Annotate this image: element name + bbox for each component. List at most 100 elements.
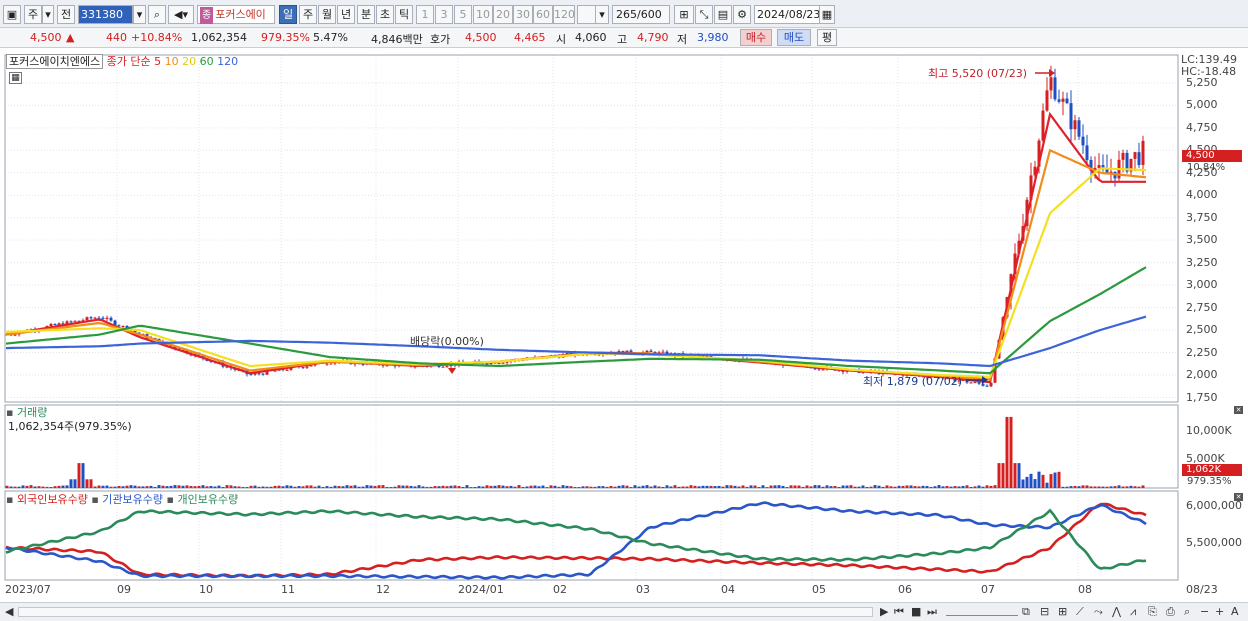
volume-bar xyxy=(501,485,505,488)
volume-bar xyxy=(685,486,689,488)
volume-bar xyxy=(221,487,225,488)
draw-tool-icon[interactable]: ⤡ xyxy=(695,5,713,24)
layout-icon[interactable]: ▣ xyxy=(3,5,21,24)
ma-line-10 xyxy=(5,148,1147,381)
volume-bar xyxy=(73,479,77,488)
interval-30[interactable]: 30 xyxy=(513,5,533,24)
volume-bar xyxy=(597,486,601,488)
candle-body xyxy=(1137,152,1141,165)
volume-bar xyxy=(121,486,125,488)
pattern-tool-icon[interactable]: ⩘ xyxy=(1130,605,1136,619)
split-view-icon[interactable]: ⊟ xyxy=(1040,605,1049,618)
interval-60[interactable]: 60 xyxy=(533,5,553,24)
image-save-icon[interactable]: ⎘ xyxy=(1148,605,1157,619)
period-second[interactable]: 초 xyxy=(376,5,394,24)
zoom-in-icon[interactable]: + xyxy=(1215,605,1224,618)
period-minute[interactable]: 분 xyxy=(357,5,375,24)
period-tick[interactable]: 틱 xyxy=(395,5,413,24)
volume-bar xyxy=(497,485,501,488)
volume-bar xyxy=(869,486,873,488)
line-tool-icon[interactable]: ⟋ xyxy=(1076,605,1084,619)
chart-type-icon[interactable]: ⊞ xyxy=(674,5,694,24)
volume-bar xyxy=(237,486,241,488)
volume-bar xyxy=(209,485,213,488)
buy-button[interactable]: 매수 xyxy=(740,29,772,46)
zoom-search-icon[interactable]: ⌕ xyxy=(1184,605,1190,619)
volume-bar xyxy=(321,486,325,488)
interval-3[interactable]: 3 xyxy=(435,5,453,24)
volume-bar xyxy=(833,486,837,488)
volume-bar xyxy=(617,485,621,488)
period-week[interactable]: 주 xyxy=(299,5,317,24)
holding-legend: ▪ 외국인보유수량 ▪ 기관보유수량 ▪ 개인보유수량 xyxy=(6,493,239,506)
candle-body xyxy=(1141,140,1145,165)
custom-interval-dropdown-icon[interactable]: ▾ xyxy=(595,5,609,24)
volume-bar xyxy=(913,486,917,488)
count-input[interactable]: 265/600 xyxy=(612,5,670,24)
volume-bar xyxy=(481,486,485,488)
scroll-left-icon[interactable]: ◀ xyxy=(5,605,13,618)
volume-close-icon[interactable]: ✕ xyxy=(1234,406,1243,414)
date-input[interactable]: 2024/08/23 xyxy=(754,5,820,24)
font-size-icon[interactable]: A xyxy=(1231,605,1239,618)
chart-canvas[interactable] xyxy=(0,50,1248,603)
candle-body xyxy=(1049,77,1053,91)
save-icon[interactable]: ▤ xyxy=(714,5,732,24)
volume-bar xyxy=(749,485,753,488)
trend-tool-icon[interactable]: ⤳ xyxy=(1094,605,1103,619)
gear-icon[interactable]: ⚙ xyxy=(733,5,751,24)
interval-5[interactable]: 5 xyxy=(454,5,472,24)
period-day[interactable]: 일 xyxy=(279,5,297,24)
period-month[interactable]: 월 xyxy=(318,5,336,24)
market-select[interactable]: 주 xyxy=(24,5,42,24)
search-icon[interactable]: ⌕ xyxy=(148,5,166,24)
volume-bar xyxy=(165,486,169,488)
compare-icon[interactable]: ⊞ xyxy=(1058,605,1067,618)
volume-bar xyxy=(345,485,349,488)
interval-20[interactable]: 20 xyxy=(493,5,513,24)
scroll-right-icon[interactable]: ▶ xyxy=(880,605,888,618)
volume-bar xyxy=(889,486,893,488)
interval-10[interactable]: 10 xyxy=(473,5,493,24)
zoom-slider[interactable] xyxy=(946,608,1018,616)
stock-name: 포커스에이 xyxy=(215,8,266,21)
data-table-icon[interactable]: ▦ xyxy=(9,72,22,84)
interval-120[interactable]: 120 xyxy=(553,5,575,24)
volume-bar xyxy=(677,486,681,488)
stock-code-input[interactable]: 331380 xyxy=(78,5,133,24)
print-icon[interactable]: ⎙ xyxy=(1166,605,1175,619)
sound-icon[interactable]: ◀▾ xyxy=(168,5,194,24)
sell-button[interactable]: 매도 xyxy=(777,29,811,46)
chart-layout-icon[interactable]: ⧉ xyxy=(1022,605,1030,619)
scroll-track[interactable] xyxy=(18,607,873,617)
up-arrow-icon: ▲ xyxy=(66,31,75,44)
fib-tool-icon[interactable]: ⋀ xyxy=(1112,605,1121,618)
interval-1[interactable]: 1 xyxy=(416,5,434,24)
volume-bar xyxy=(93,486,97,488)
market-dropdown-icon[interactable]: ▾ xyxy=(42,5,54,24)
volume-bar xyxy=(341,486,345,488)
volume-bar xyxy=(385,487,389,488)
volume-bar xyxy=(1121,486,1125,488)
avg-button[interactable]: 평 xyxy=(817,29,837,46)
period-year[interactable]: 년 xyxy=(337,5,355,24)
first-page-icon[interactable]: ⏮ xyxy=(894,605,904,619)
zoom-out-icon[interactable]: − xyxy=(1200,605,1209,618)
last-page-icon[interactable]: ⏭ xyxy=(927,605,937,619)
stop-icon[interactable]: ■ xyxy=(911,605,921,618)
volume-bar xyxy=(669,486,673,488)
main-legend: 포커스에이치엔에스 종가 단순 5 10 20 60 120 xyxy=(6,53,238,69)
volume-bar xyxy=(897,485,901,488)
volume-bar xyxy=(505,486,509,488)
chart-area[interactable]: 포커스에이치엔에스 종가 단순 5 10 20 60 120 ▦ 5,250 5,… xyxy=(0,50,1248,603)
stock-name-box[interactable]: 종 포커스에이 xyxy=(197,5,275,24)
calendar-icon[interactable]: ▦ xyxy=(819,5,835,24)
volume-bar xyxy=(473,487,477,488)
code-dropdown-icon[interactable]: ▾ xyxy=(133,5,146,24)
high-annotation: 최고 5,520 (07/23) xyxy=(928,67,1028,80)
legend-stock-name[interactable]: 포커스에이치엔에스 xyxy=(6,54,104,69)
prev-button[interactable]: 전 xyxy=(57,5,75,24)
candle-body xyxy=(985,385,989,387)
volume-bar xyxy=(1101,486,1105,488)
holding-close-icon[interactable]: ✕ xyxy=(1234,493,1243,501)
